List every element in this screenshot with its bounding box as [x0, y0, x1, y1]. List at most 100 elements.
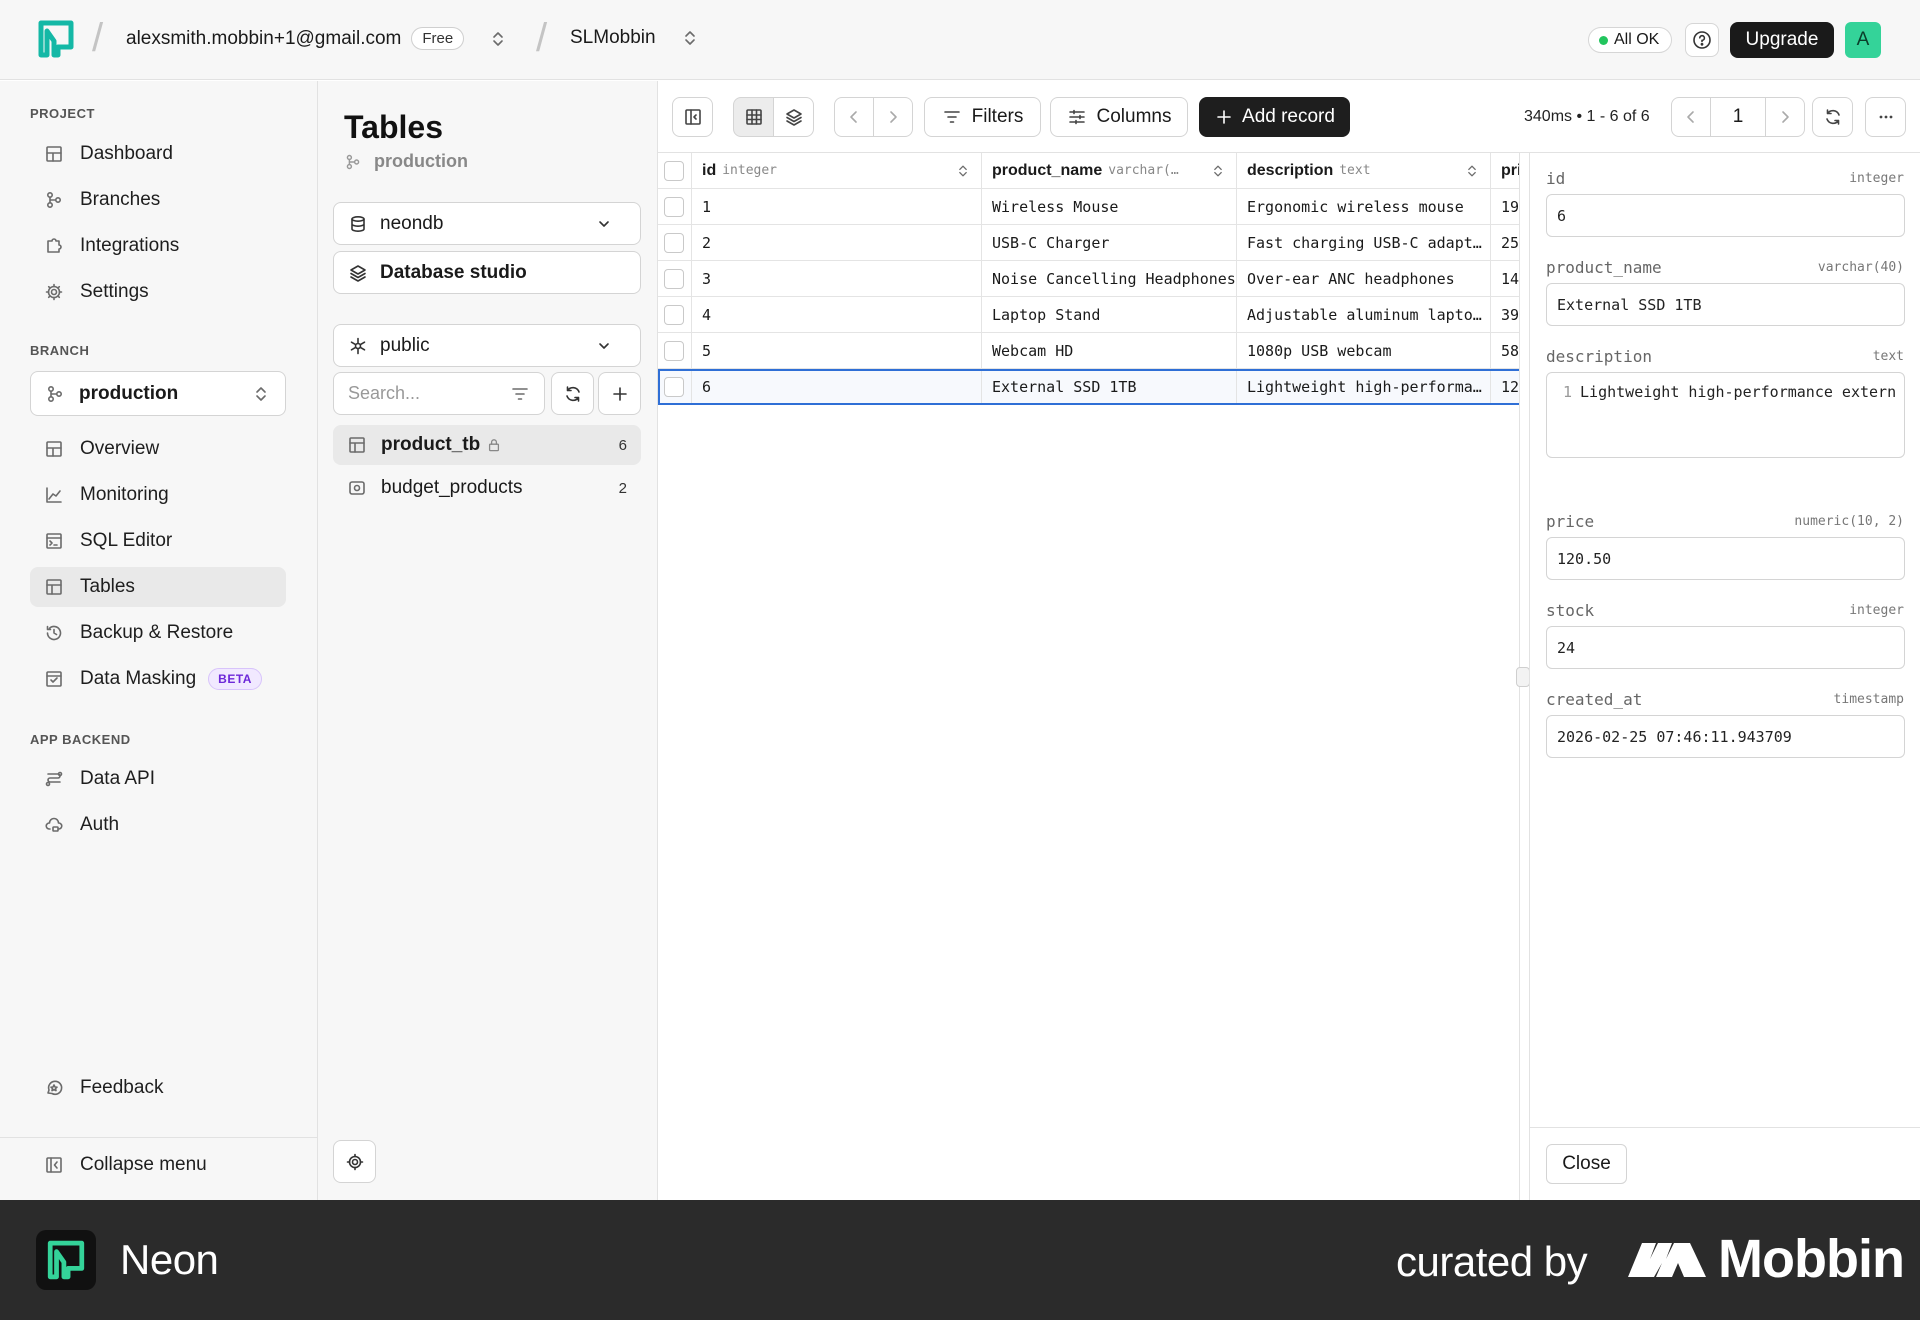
field-product-name-input[interactable]: External SSD 1TB [1546, 283, 1905, 326]
cell-product-name[interactable]: Noise Cancelling Headphones [982, 261, 1237, 296]
line-number: 1 [1563, 383, 1573, 401]
columns-button[interactable]: Columns [1050, 97, 1188, 137]
cell-price[interactable]: 120.50 [1491, 369, 1519, 404]
previous-page-button[interactable] [1671, 97, 1711, 137]
cell-price[interactable]: 19.99 [1491, 189, 1519, 224]
status-badge[interactable]: All OK [1588, 27, 1673, 53]
add-table-button[interactable] [598, 372, 641, 415]
table-row[interactable]: 3 Noise Cancelling Headphones Over-ear A… [658, 261, 1519, 297]
add-record-button[interactable]: Add record [1199, 97, 1350, 137]
sidebar-item-monitoring[interactable]: Monitoring [30, 475, 286, 515]
neon-logo-icon[interactable] [38, 20, 74, 58]
sidebar-item-dashboard[interactable]: Dashboard [30, 134, 286, 174]
database-studio-button[interactable]: Database studio [333, 251, 641, 294]
cell-product-name[interactable]: Webcam HD [982, 333, 1237, 368]
cell-product-name[interactable]: USB-C Charger [982, 225, 1237, 260]
cell-description[interactable]: Lightweight high-performance external SS… [1237, 369, 1491, 404]
sort-icon[interactable] [1464, 163, 1480, 179]
field-price-input[interactable]: 120.50 [1546, 537, 1905, 580]
database-selector[interactable]: neondb [333, 202, 641, 245]
sidebar-item-settings[interactable]: Settings [30, 272, 286, 312]
row-checkbox[interactable] [664, 196, 684, 217]
cell-id[interactable]: 2 [692, 225, 982, 260]
schema-selector[interactable]: public [333, 324, 641, 367]
row-checkbox[interactable] [664, 376, 684, 397]
more-options-button[interactable] [1865, 97, 1906, 137]
sort-icon[interactable] [955, 163, 971, 179]
sort-icon[interactable] [1210, 163, 1226, 179]
cell-price[interactable]: 58.90 [1491, 333, 1519, 368]
next-record-button[interactable] [873, 97, 913, 137]
table-row-selected[interactable]: 6 External SSD 1TB Lightweight high-perf… [658, 369, 1519, 405]
branch-selector[interactable]: production [30, 371, 286, 416]
feedback-button[interactable]: Feedback [30, 1068, 286, 1108]
sidebar-item-label: SQL Editor [80, 530, 173, 551]
schema-view-button[interactable] [773, 97, 814, 137]
cell-id[interactable]: 3 [692, 261, 982, 296]
cell-price[interactable]: 25.00 [1491, 225, 1519, 260]
field-created-at-input[interactable]: 2026-02-25 07:46:11.943709 [1546, 715, 1905, 758]
cell-product-name[interactable]: External SSD 1TB [982, 369, 1237, 404]
field-id-input[interactable]: 6 [1546, 194, 1905, 237]
sidebar-item-tables[interactable]: Tables [30, 567, 286, 607]
field-label: price [1546, 512, 1595, 531]
close-button[interactable]: Close [1546, 1144, 1627, 1184]
cell-id[interactable]: 5 [692, 333, 982, 368]
help-button[interactable] [1685, 23, 1719, 57]
row-checkbox[interactable] [664, 304, 684, 325]
previous-record-button[interactable] [834, 97, 874, 137]
column-header-description[interactable]: description text [1237, 153, 1491, 188]
table-row[interactable]: 4 Laptop Stand Adjustable aluminum lapto… [658, 297, 1519, 333]
filters-button[interactable]: Filters [924, 97, 1041, 137]
column-header-id[interactable]: id integer [692, 153, 982, 188]
table-list-item-budget-products[interactable]: budget_products 2 [333, 468, 641, 508]
sidebar-item-data-api[interactable]: Data API [30, 759, 286, 799]
sidebar-item-auth[interactable]: Auth [30, 805, 286, 845]
row-checkbox[interactable] [664, 232, 684, 253]
cell-price[interactable]: 39.00 [1491, 297, 1519, 332]
select-all-checkbox[interactable] [664, 160, 684, 181]
cell-id[interactable]: 6 [692, 369, 982, 404]
cell-description[interactable]: Over-ear ANC headphones [1237, 261, 1491, 296]
cell-price[interactable]: 149.99 [1491, 261, 1519, 296]
cell-product-name[interactable]: Wireless Mouse [982, 189, 1237, 224]
sidebar-item-overview[interactable]: Overview [30, 429, 286, 469]
account-switcher[interactable]: alexsmith.mobbin+1@gmail.com Free [126, 27, 508, 50]
project-switcher[interactable]: SLMobbin [570, 27, 700, 49]
cell-description[interactable]: 1080p USB webcam [1237, 333, 1491, 368]
table-list-item-product-tb[interactable]: product_tb 6 [333, 425, 641, 465]
avatar[interactable]: A [1845, 22, 1881, 58]
cell-id[interactable]: 4 [692, 297, 982, 332]
resize-handle[interactable] [1516, 667, 1530, 687]
field-description-editor[interactable]: 1 Lightweight high-performance extern [1546, 372, 1905, 458]
filter-icon[interactable] [510, 384, 530, 404]
refresh-tables-button[interactable] [551, 372, 594, 415]
grid-view-button[interactable] [733, 97, 774, 137]
sidebar-item-sql-editor[interactable]: SQL Editor [30, 521, 286, 561]
upgrade-button[interactable]: Upgrade [1730, 22, 1834, 58]
sidebar-item-data-masking[interactable]: Data Masking BETA [30, 659, 286, 699]
next-page-button[interactable] [1765, 97, 1805, 137]
cell-product-name[interactable]: Laptop Stand [982, 297, 1237, 332]
sidebar-item-branches[interactable]: Branches [30, 180, 286, 220]
column-header-product-name[interactable]: product_name varchar(… [982, 153, 1237, 188]
refresh-data-button[interactable] [1812, 97, 1853, 137]
row-checkbox[interactable] [664, 268, 684, 289]
sidebar-item-integrations[interactable]: Integrations [30, 226, 286, 266]
cell-description[interactable]: Ergonomic wireless mouse [1237, 189, 1491, 224]
field-stock-input[interactable]: 24 [1546, 626, 1905, 669]
row-checkbox[interactable] [664, 340, 684, 361]
page-number-input[interactable]: 1 [1710, 97, 1766, 137]
column-header-price[interactable]: price n [1491, 153, 1519, 188]
table-row[interactable]: 2 USB-C Charger Fast charging USB-C adap… [658, 225, 1519, 261]
cell-description[interactable]: Adjustable aluminum laptop stand [1237, 297, 1491, 332]
table-search-input[interactable]: Search... [333, 372, 545, 415]
toggle-sidebar-button[interactable] [672, 97, 713, 137]
collapse-menu-button[interactable]: Collapse menu [30, 1145, 286, 1185]
sidebar-item-backup-restore[interactable]: Backup & Restore [30, 613, 286, 653]
cell-id[interactable]: 1 [692, 189, 982, 224]
table-row[interactable]: 5 Webcam HD 1080p USB webcam 58.90 [658, 333, 1519, 369]
studio-settings-button[interactable] [333, 1140, 376, 1183]
cell-description[interactable]: Fast charging USB-C adapter [1237, 225, 1491, 260]
table-row[interactable]: 1 Wireless Mouse Ergonomic wireless mous… [658, 189, 1519, 225]
